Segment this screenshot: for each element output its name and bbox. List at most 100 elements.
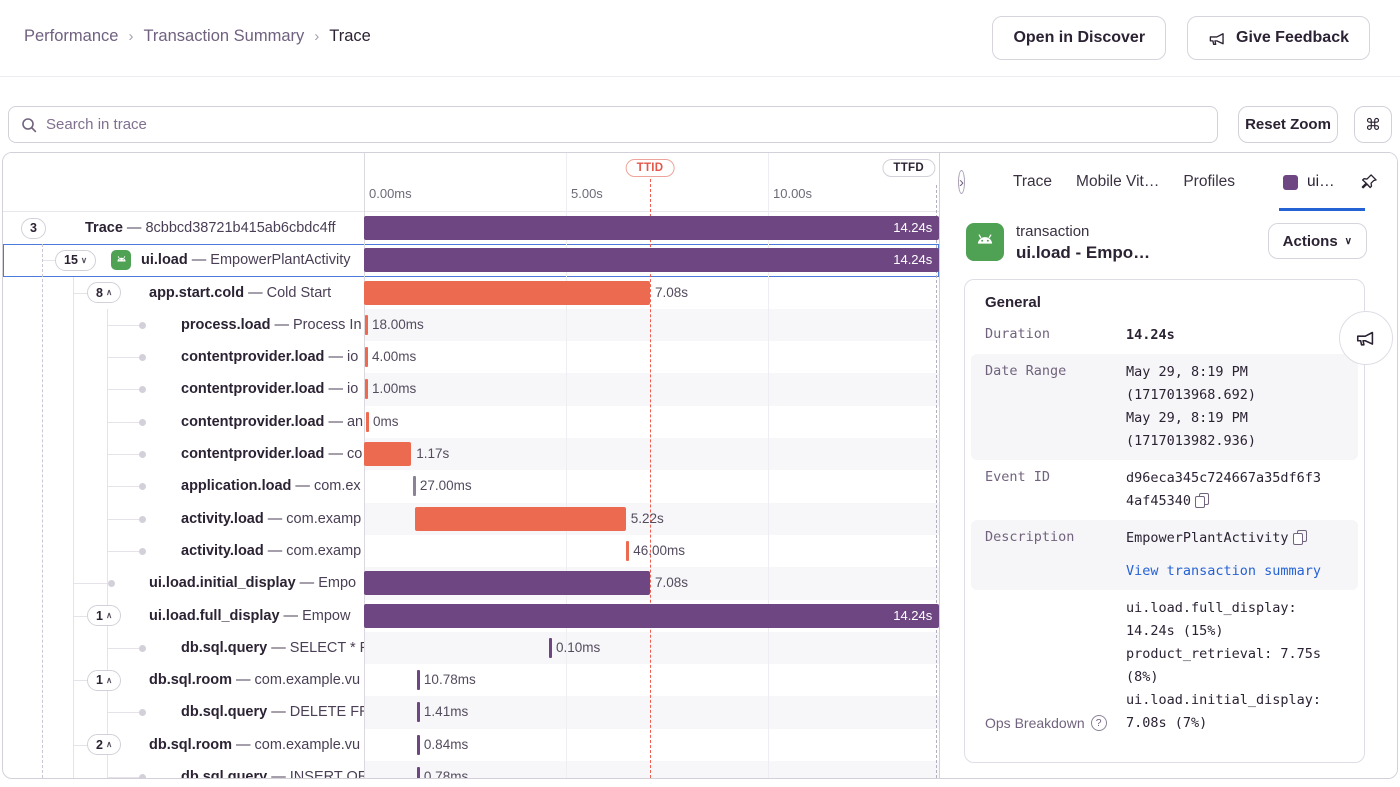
general-fields: Duration14.24sDate RangeMay 29, 8:19 PM(… (985, 317, 1344, 742)
android-icon (111, 250, 131, 270)
span-description: com.examp (286, 543, 361, 559)
span-tree-cell: 1∧db.sql.room — com.example.vu (3, 664, 364, 696)
copy-icon[interactable] (1195, 493, 1208, 507)
span-duration-tick[interactable] (365, 347, 368, 367)
trace-span-row[interactable]: 2∧ db.sql.room — com.example.vu 0.84ms (3, 729, 939, 761)
span-bar-cell: 0ms (364, 406, 939, 438)
trace-span-row[interactable]: contentprovider.load — io1.00ms (3, 373, 939, 405)
trace-span-row[interactable]: db.sql.query — DELETE FR1.41ms (3, 696, 939, 728)
trace-span-row[interactable]: db.sql.query — INSERT OR0.78ms (3, 761, 939, 779)
view-transaction-summary-link[interactable]: View transaction summary (1126, 563, 1321, 579)
span-children-count-pill[interactable]: 1∧ (87, 605, 121, 626)
span-description: Process In (293, 317, 362, 333)
trace-span-row[interactable]: process.load — Process In18.00ms (3, 309, 939, 341)
trace-span-row[interactable]: activity.load — com.examp5.22s (3, 503, 939, 535)
open-in-discover-button[interactable]: Open in Discover (992, 16, 1166, 60)
megaphone-icon (1208, 29, 1227, 48)
span-tree-cell: contentprovider.load — io (3, 341, 364, 373)
trace-span-row[interactable]: contentprovider.load — io4.00ms (3, 341, 939, 373)
span-label: db.sql.room — com.example.vu (149, 729, 360, 761)
span-description: Cold Start (267, 285, 331, 301)
chevron-down-icon: ∨ (81, 255, 87, 266)
span-duration-bar[interactable] (415, 507, 626, 531)
trace-span-row[interactable]: 3Trace — 8cbbcd38721b415ab6cbdc4ff14.24s (3, 212, 939, 244)
span-duration-label: 10.78ms (424, 664, 476, 696)
copy-icon[interactable] (1293, 530, 1306, 544)
tab-ui-load-active[interactable]: ui… (1283, 153, 1335, 211)
span-duration-bar[interactable] (364, 442, 411, 466)
span-duration-bar[interactable] (364, 571, 650, 595)
span-duration-bar[interactable]: 14.24s (364, 248, 939, 272)
span-op: contentprovider.load (181, 446, 324, 462)
trace-span-row[interactable]: 8∧app.start.cold — Cold Start7.08s (3, 277, 939, 309)
span-children-count-pill[interactable]: 1∧ (87, 670, 121, 691)
trace-span-row[interactable]: 15∨ui.load — EmpowerPlantActivity14.24s (3, 244, 939, 276)
span-duration-tick[interactable] (417, 767, 420, 779)
span-separator: — (291, 478, 314, 494)
span-children-count-pill[interactable]: 8∧ (87, 282, 121, 303)
span-duration-tick[interactable] (549, 638, 552, 658)
trace-span-row[interactable]: ui.load.initial_display — Empo7.08s (3, 567, 939, 599)
span-duration-tick[interactable] (365, 315, 368, 335)
span-connector-dot (139, 709, 146, 716)
span-op: app.start.cold (149, 285, 244, 301)
span-label: ui.load.full_display — Empow (149, 600, 350, 632)
field-value-line: (1717013982.936) (1126, 430, 1326, 453)
span-duration-label: 0.84ms (424, 729, 468, 761)
span-duration-label: 18.00ms (372, 309, 424, 341)
breadcrumb-transaction-summary[interactable]: Transaction Summary (143, 27, 304, 46)
span-connector-dot (139, 548, 146, 555)
span-connector-dot (139, 483, 146, 490)
span-children-count-pill[interactable]: 15∨ (55, 250, 96, 271)
span-op: contentprovider.load (181, 381, 324, 397)
span-duration-tick[interactable] (366, 412, 369, 432)
feedback-floating-button[interactable] (1339, 311, 1393, 365)
tab-mobile-vitals[interactable]: Mobile Vit… (1076, 173, 1159, 191)
span-children-count-pill[interactable]: 2∧ (87, 734, 121, 755)
tree-guide-line (73, 277, 74, 778)
tree-connector (107, 551, 142, 552)
collapse-drawer-icon[interactable]: › (958, 170, 965, 194)
give-feedback-button[interactable]: Give Feedback (1187, 16, 1370, 60)
trace-span-row[interactable]: activity.load — com.examp46.00ms (3, 535, 939, 567)
tree-connector (107, 519, 142, 520)
pin-tab-icon[interactable] (1359, 172, 1379, 192)
search-input[interactable] (46, 116, 1205, 133)
general-field-row: Duration14.24s (971, 317, 1358, 354)
span-duration-bar[interactable]: 14.24s (364, 604, 939, 628)
span-duration-bar[interactable]: 14.24s (364, 216, 939, 240)
span-description: Empow (302, 608, 350, 624)
trace-span-row[interactable]: db.sql.query — SELECT * F0.10ms (3, 632, 939, 664)
chevron-down-icon: ∨ (1345, 236, 1352, 247)
reset-zoom-button[interactable]: Reset Zoom (1238, 106, 1338, 143)
tab-trace[interactable]: Trace (1013, 173, 1052, 191)
span-duration-tick[interactable] (626, 541, 629, 561)
span-duration-tick[interactable] (417, 670, 420, 690)
actions-button[interactable]: Actions ∨ (1268, 223, 1367, 259)
tree-connector (73, 745, 87, 746)
tab-profiles[interactable]: Profiles (1183, 173, 1235, 191)
trace-span-row[interactable]: contentprovider.load — co1.17s (3, 438, 939, 470)
trace-span-row[interactable]: contentprovider.load — an0ms (3, 406, 939, 438)
general-field-row: DescriptionEmpowerPlantActivityView tran… (971, 520, 1358, 590)
span-duration-tick[interactable] (413, 476, 416, 496)
span-bar-cell: 7.08s (364, 277, 939, 309)
span-duration-tick[interactable] (417, 702, 420, 722)
command-shortcut-button[interactable]: ⌘ (1354, 106, 1392, 143)
breadcrumb-performance[interactable]: Performance (24, 27, 118, 46)
span-duration-tick[interactable] (417, 735, 420, 755)
breadcrumb-separator-icon: › (128, 28, 133, 45)
span-separator: — (324, 349, 347, 365)
trace-span-row[interactable]: application.load — com.ex27.00ms (3, 470, 939, 502)
actions-label: Actions (1283, 233, 1338, 250)
open-in-discover-label: Open in Discover (1013, 29, 1145, 47)
span-op: ui.load.full_display (149, 608, 280, 624)
span-children-count-pill[interactable]: 3 (21, 218, 46, 239)
trace-span-row[interactable]: 1∧ ui.load.full_display — Empow 14.24s (3, 600, 939, 632)
span-separator: — (232, 737, 255, 753)
help-icon[interactable]: ? (1091, 715, 1107, 731)
span-duration-tick[interactable] (365, 379, 368, 399)
trace-span-row[interactable]: 1∧db.sql.room — com.example.vu 10.78ms (3, 664, 939, 696)
span-duration-bar[interactable] (364, 281, 650, 305)
ttid-badge: TTID (626, 159, 675, 177)
